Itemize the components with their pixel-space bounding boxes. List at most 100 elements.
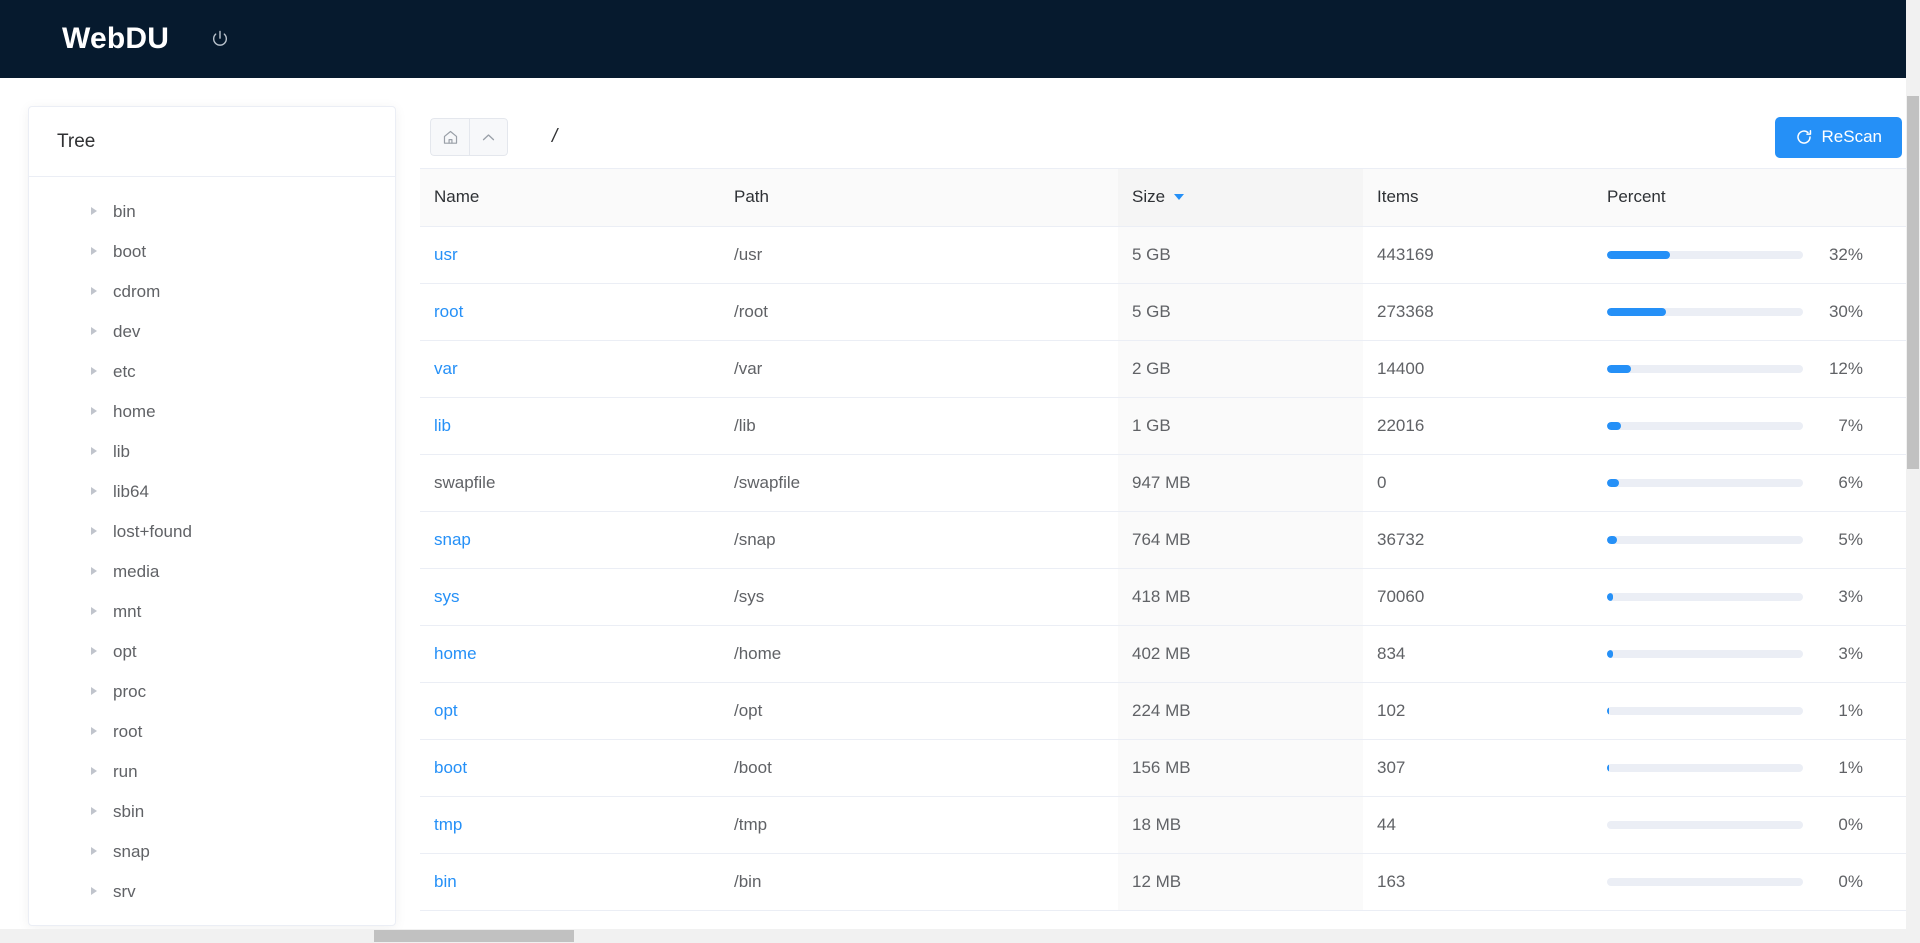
directory-link[interactable]: tmp [434,815,462,834]
tree-node[interactable]: lib64 [29,471,395,511]
tree-node[interactable]: boot [29,231,395,271]
column-header-percent[interactable]: Percent [1593,169,1920,227]
column-header-label: Path [734,187,769,207]
table-row[interactable]: opt/opt 224 MB 102 1% [420,682,1920,740]
caret-right-icon[interactable] [91,607,97,615]
tree-node[interactable]: media [29,551,395,591]
table-row[interactable]: boot/boot 156 MB 307 1% [420,739,1920,797]
cell-size: 12 MB [1118,853,1363,911]
directory-link[interactable]: bin [434,872,457,891]
table-row[interactable]: tmp/tmp 18 MB 44 0% [420,796,1920,854]
table-row[interactable]: bin/bin 12 MB 163 0% [420,853,1920,911]
caret-right-icon[interactable] [91,567,97,575]
column-header-items[interactable]: Items [1363,169,1593,227]
caret-right-icon[interactable] [91,767,97,775]
tree-node[interactable]: mnt [29,591,395,631]
progress-fill [1607,649,1613,658]
table-row[interactable]: snap/snap 764 MB 36732 5% [420,511,1920,569]
tree-node[interactable]: lost+found [29,511,395,551]
cell-name: home [420,625,720,683]
tree-node[interactable]: etc [29,351,395,391]
cell-name: sys [420,568,720,626]
table-row[interactable]: swapfile/swapfile 947 MB 0 6% [420,454,1920,512]
home-button[interactable] [430,118,469,156]
horizontal-scrollbar[interactable] [0,929,1906,943]
tree-node[interactable]: bin [29,191,395,231]
caret-right-icon[interactable] [91,407,97,415]
cell-size: 1 GB [1118,397,1363,455]
table-row[interactable]: root/root 5 GB 273368 30% [420,283,1920,341]
directory-link[interactable]: opt [434,701,458,720]
cell-percent: 3% [1593,625,1920,683]
caret-right-icon[interactable] [91,887,97,895]
cell-path: /bin [720,853,1118,911]
main-panel: / ReScan Name Path Size Items Percent us… [420,106,1920,943]
percent-label: 1% [1838,757,1863,777]
caret-right-icon[interactable] [91,527,97,535]
progress-fill [1607,307,1666,316]
directory-link[interactable]: sys [434,587,460,606]
directory-link[interactable]: var [434,359,458,378]
caret-right-icon[interactable] [91,807,97,815]
caret-right-icon[interactable] [91,327,97,335]
caret-right-icon[interactable] [91,447,97,455]
cell-size: 224 MB [1118,682,1363,740]
vertical-scrollbar-thumb[interactable] [1907,96,1919,469]
tree-node[interactable]: cdrom [29,271,395,311]
table-row[interactable]: usr/usr 5 GB 443169 32% [420,226,1920,284]
tree-node[interactable]: srv [29,871,395,911]
toolbar: / ReScan [420,106,1920,168]
caret-right-icon[interactable] [91,847,97,855]
caret-right-icon[interactable] [91,727,97,735]
tree-node-label: media [113,561,160,581]
cell-name: usr [420,226,720,284]
power-button[interactable] [205,24,235,54]
directory-link[interactable]: usr [434,245,458,264]
directory-link[interactable]: lib [434,416,451,435]
directory-link[interactable]: root [434,302,463,321]
column-header-path[interactable]: Path [720,169,1118,227]
tree-node-label: boot [113,241,147,261]
table-row[interactable]: lib/lib 1 GB 22016 7% [420,397,1920,455]
percent-progress: 32% [1607,245,1906,265]
caret-right-icon[interactable] [91,687,97,695]
caret-right-icon[interactable] [91,647,97,655]
directory-link[interactable]: snap [434,530,471,549]
cell-name: root [420,283,720,341]
tree-node[interactable]: run [29,751,395,791]
caret-right-icon[interactable] [91,207,97,215]
cell-items: 307 [1363,739,1593,797]
percent-label: 32% [1828,244,1863,264]
caret-right-icon[interactable] [91,287,97,295]
tree-node[interactable]: root [29,711,395,751]
cell-items: 70060 [1363,568,1593,626]
caret-right-icon[interactable] [91,367,97,375]
home-icon [443,130,457,144]
directory-link[interactable]: boot [434,758,467,777]
tree-node[interactable]: dev [29,311,395,351]
column-header-name[interactable]: Name [420,169,720,227]
column-header-size[interactable]: Size [1118,169,1363,227]
up-button[interactable] [469,118,508,156]
table-row[interactable]: sys/sys 418 MB 70060 3% [420,568,1920,626]
rescan-button-label: ReScan [1821,127,1882,146]
tree-node[interactable]: proc [29,671,395,711]
rescan-button[interactable]: ReScan [1774,116,1902,158]
directory-link[interactable]: home [434,644,477,663]
tree-node[interactable]: home [29,391,395,431]
horizontal-scrollbar-thumb[interactable] [374,930,574,942]
caret-right-icon[interactable] [91,487,97,495]
tree-node[interactable]: opt [29,631,395,671]
cell-items: 14400 [1363,340,1593,398]
table-row[interactable]: home/home 402 MB 834 3% [420,625,1920,683]
cell-size: 156 MB [1118,739,1363,797]
tree-node-label: mnt [113,601,142,621]
caret-right-icon[interactable] [91,247,97,255]
table-row[interactable]: var/var 2 GB 14400 12% [420,340,1920,398]
vertical-scrollbar[interactable] [1906,0,1920,943]
sort-descending-icon[interactable] [1174,193,1185,200]
cell-percent: 5% [1593,511,1920,569]
tree-node[interactable]: sbin [29,791,395,831]
tree-node[interactable]: lib [29,431,395,471]
tree-node[interactable]: snap [29,831,395,871]
